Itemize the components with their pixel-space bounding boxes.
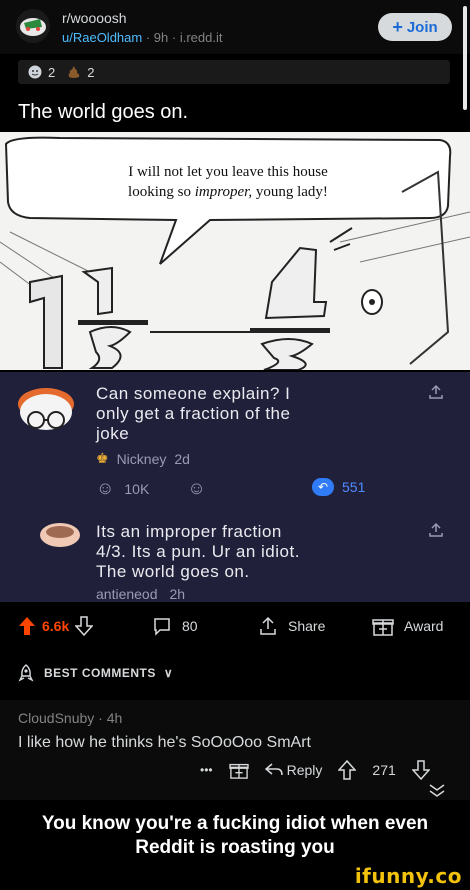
subreddit-name[interactable]: r/woooosh bbox=[62, 10, 127, 26]
post-domain[interactable]: i.redd.it bbox=[180, 30, 223, 45]
plus-icon: + bbox=[392, 17, 403, 37]
commenter-avatar-antieneod bbox=[40, 523, 80, 547]
award-count: 2 bbox=[48, 64, 56, 80]
upvote-arrow-icon[interactable] bbox=[18, 616, 36, 636]
award-count: 2 bbox=[87, 64, 95, 80]
downvote-arrow-icon[interactable] bbox=[411, 760, 430, 780]
award-face-icon bbox=[28, 65, 42, 79]
award-poop-icon bbox=[68, 66, 80, 78]
comment-actions: ••• Reply 271 bbox=[200, 760, 430, 780]
overlay-comment-2-author: antieneod bbox=[96, 586, 158, 602]
smiley-icon: ☺ bbox=[187, 478, 206, 498]
comment-bubble-icon bbox=[154, 618, 170, 636]
reply-label: Reply bbox=[286, 762, 323, 778]
comment-author[interactable]: CloudSnuby bbox=[18, 710, 94, 726]
upvote-arrow-icon[interactable] bbox=[338, 760, 357, 780]
overlay-comment-1-line-1: Can someone explain? I bbox=[96, 384, 291, 403]
join-button[interactable]: + Join bbox=[378, 13, 452, 41]
fraction-four-thirds-character bbox=[250, 227, 383, 370]
share-button[interactable]: Share bbox=[258, 616, 325, 636]
overlay-reply-badge: ↶ 551 bbox=[312, 478, 365, 496]
comment-score: 271 bbox=[372, 762, 396, 778]
chevron-down-icon: ∨ bbox=[163, 666, 174, 680]
post-score: 6.6k bbox=[42, 618, 70, 634]
post-image[interactable]: I will not let you leave this house look… bbox=[0, 132, 470, 370]
comment-count: 80 bbox=[182, 618, 198, 634]
caption-line-1: You know you're a fucking idiot when eve… bbox=[41, 813, 429, 834]
speech-line-2: looking so improper, young lady! bbox=[128, 184, 328, 200]
comment-time: 4h bbox=[106, 710, 123, 726]
share-icon bbox=[429, 522, 443, 537]
overlay-comment-2-line-2: 4/3. Its a pun. Ur an idiot. bbox=[96, 542, 300, 561]
overlay-comment-1-line-3: joke bbox=[96, 424, 130, 443]
overlay-comment-1-time: 2d bbox=[174, 450, 190, 467]
meta-separator: · bbox=[142, 30, 154, 45]
comment-sort-selector[interactable]: BEST COMMENTS ∨ bbox=[16, 658, 173, 688]
reply-button[interactable]: Reply bbox=[264, 762, 323, 778]
reply-arrow-icon bbox=[264, 763, 283, 776]
gift-icon bbox=[372, 619, 394, 636]
fraction-one-third-character bbox=[29, 266, 148, 369]
overlay-comment-1-meta: ♚ Nickney 2d bbox=[96, 450, 190, 467]
post-title[interactable]: The world goes on. bbox=[18, 101, 188, 124]
post-time: 9h bbox=[153, 30, 169, 45]
ifunny-watermark: ifunny.co bbox=[354, 864, 462, 888]
post-author[interactable]: u/RaeOldham bbox=[62, 30, 142, 45]
page: r/woooosh u/RaeOldham · 9h · i.redd.it +… bbox=[0, 0, 470, 890]
award-label: Award bbox=[404, 618, 444, 634]
post-action-bar: 6.6k 80 Share Award bbox=[0, 604, 470, 648]
vote-group: 6.6k bbox=[18, 616, 94, 636]
overlay-reply-count: 551 bbox=[342, 479, 366, 495]
comment-item: CloudSnuby · 4h I like how he thinks he'… bbox=[0, 700, 470, 800]
post-header: r/woooosh u/RaeOldham · 9h · i.redd.it +… bbox=[0, 0, 470, 54]
screenshot-comments: Can someone explain? I only get a fracti… bbox=[0, 372, 470, 602]
meta-separator: · bbox=[168, 30, 180, 45]
comment-meta: CloudSnuby · 4h bbox=[18, 710, 122, 726]
speech-bubble bbox=[4, 136, 452, 265]
award-button[interactable]: Award bbox=[372, 616, 443, 636]
overlay-comment-2-time: 2h bbox=[169, 586, 186, 602]
overlay-comment-2-line-3: The world goes on. bbox=[96, 562, 250, 581]
overlay-comment-2-line-1: Its an improper fraction bbox=[96, 522, 282, 541]
overlay-comment-1-reactions: ☺ 10K ☺ bbox=[96, 478, 206, 499]
woooosh-logo-icon bbox=[16, 9, 50, 43]
sort-label: BEST COMMENTS bbox=[44, 666, 156, 680]
overlay-comment-1-author: Nickney bbox=[116, 450, 167, 467]
overlay-comment-2-meta: antieneod 2h bbox=[96, 586, 185, 602]
post-meta: u/RaeOldham · 9h · i.redd.it bbox=[62, 30, 222, 45]
scroll-indicator[interactable] bbox=[463, 6, 467, 110]
speech-line-1: I will not let you leave this house bbox=[128, 164, 328, 180]
reply-bubble-icon: ↶ bbox=[312, 478, 334, 496]
rocket-icon bbox=[18, 664, 34, 682]
join-label: Join bbox=[406, 18, 438, 36]
meta-separator: · bbox=[94, 710, 107, 726]
overlay-upvote-count: 10K bbox=[124, 480, 150, 497]
smiley-icon: ☺ bbox=[96, 478, 115, 498]
more-options-button[interactable]: ••• bbox=[200, 763, 213, 777]
awards-row[interactable]: 2 2 bbox=[18, 60, 450, 84]
comment-body: I like how he thinks he's SoOoOoo SmArt bbox=[18, 734, 311, 751]
share-icon bbox=[429, 384, 443, 399]
share-icon bbox=[260, 616, 276, 635]
collapse-chevrons-icon[interactable] bbox=[428, 784, 446, 798]
gift-icon[interactable] bbox=[228, 761, 249, 779]
subreddit-avatar[interactable] bbox=[16, 9, 50, 43]
share-label: Share bbox=[288, 618, 326, 634]
overlay-comment-1-line-2: only get a fraction of the bbox=[96, 404, 291, 423]
caption-line-2: Reddit is roasting you bbox=[135, 837, 335, 858]
comic-illustration: I will not let you leave this house look… bbox=[0, 136, 470, 370]
crown-icon: ♚ bbox=[96, 450, 109, 466]
downvote-arrow-icon[interactable] bbox=[75, 616, 94, 636]
commenter-avatar-nickney bbox=[18, 388, 74, 430]
comments-button[interactable]: 80 bbox=[152, 616, 198, 636]
